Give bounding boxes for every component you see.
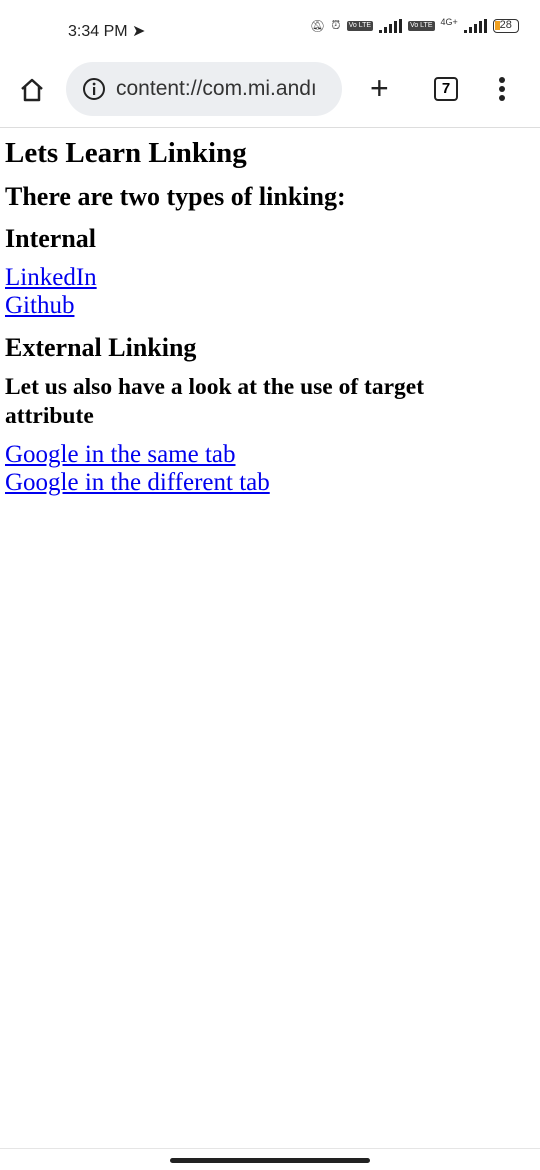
alarm-icon: ⏰︎ [331, 18, 341, 32]
url-text[interactable]: content://com.mi.andı [116, 77, 317, 101]
browser-toolbar: content://com.mi.andı + 7 [0, 60, 540, 128]
url-bar[interactable]: content://com.mi.andı [66, 62, 342, 116]
signal-icon [379, 18, 403, 33]
plus-icon: + [370, 70, 389, 106]
new-tab-button[interactable]: + [370, 72, 389, 104]
menu-button[interactable] [492, 74, 512, 104]
status-time: 3:34 PM ➤ [68, 21, 145, 41]
subtitle: There are two types of linking: [5, 182, 346, 211]
signal-icon-2 [463, 18, 487, 33]
status-icons: 🔕︎ ⏰︎ Vo LTE Vo LTE 4G+ 28 [310, 16, 519, 33]
github-link[interactable]: Github [5, 292, 74, 320]
internal-heading: Internal [5, 224, 96, 253]
telegram-icon: ➤ [132, 23, 146, 40]
google-different-tab-link[interactable]: Google in the different tab [5, 469, 270, 497]
battery-icon: 28 [492, 18, 519, 33]
network-type: 4G+ [440, 16, 458, 27]
gesture-handle[interactable] [170, 1158, 370, 1163]
google-same-tab-link[interactable]: Google in the same tab [5, 441, 236, 469]
volte-icon: Vo LTE [346, 20, 374, 31]
page-title: Lets Learn Linking [5, 137, 247, 169]
tab-switcher-button[interactable]: 7 [434, 77, 458, 101]
linkedin-link[interactable]: LinkedIn [5, 264, 97, 292]
status-bar: 3:34 PM ➤ 🔕︎ ⏰︎ Vo LTE Vo LTE 4G+ 28 [0, 0, 540, 60]
bell-muted-icon: 🔕︎ [310, 18, 326, 33]
navigation-bar [0, 1148, 540, 1170]
info-icon[interactable] [82, 77, 106, 101]
home-button[interactable] [18, 77, 46, 108]
time-text: 3:34 PM [68, 23, 128, 40]
volte-icon-2: Vo LTE [408, 20, 435, 31]
target-heading-line2: attribute [5, 403, 94, 429]
home-icon [21, 78, 43, 102]
target-heading-line1: Let us also have a look at the use of ta… [5, 374, 425, 400]
battery-level: 28 [499, 18, 512, 31]
external-heading: External Linking [5, 333, 197, 362]
